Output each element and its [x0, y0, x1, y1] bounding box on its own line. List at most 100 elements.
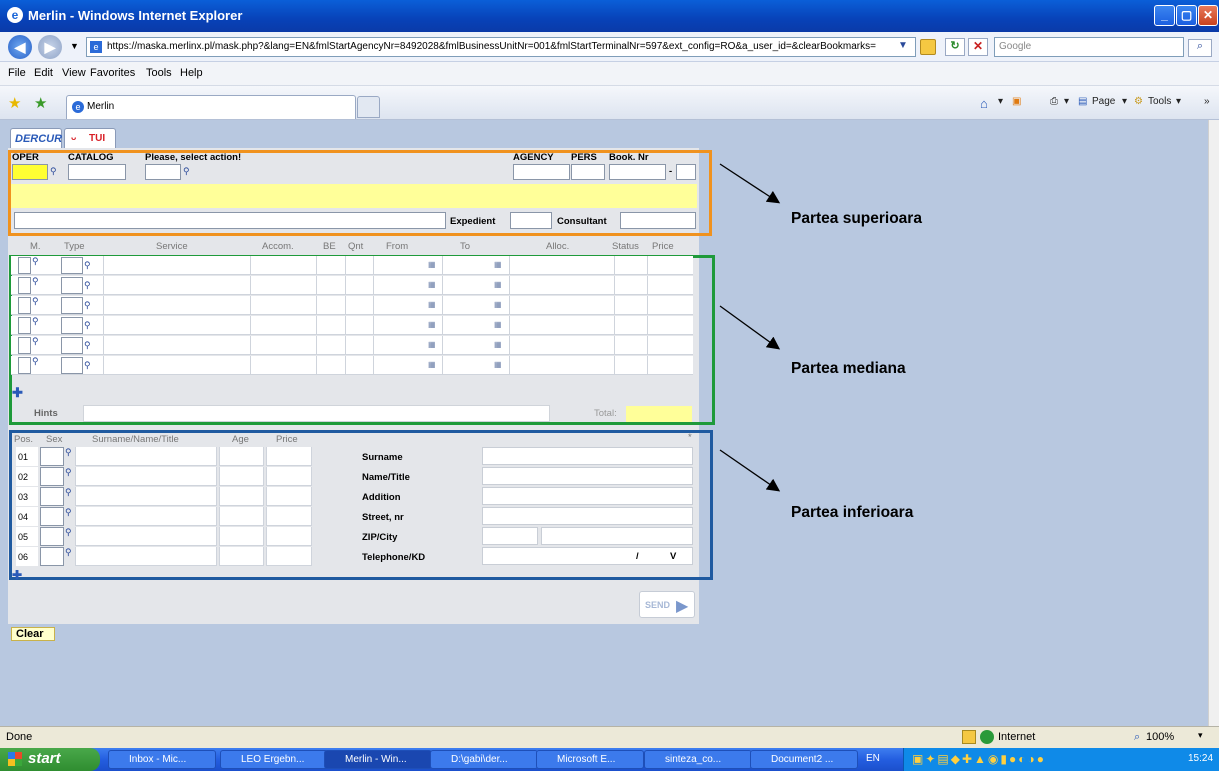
service-cell[interactable]: [442, 256, 492, 275]
service-cell[interactable]: [345, 296, 372, 315]
sex-search-icon[interactable]: ⚲: [65, 507, 72, 518]
m-search-icon[interactable]: ⚲: [32, 356, 39, 367]
service-cell[interactable]: [316, 336, 344, 355]
traveller-sex-input[interactable]: [40, 467, 64, 486]
traveller-cell[interactable]: [219, 487, 264, 506]
menu-file[interactable]: File: [8, 67, 26, 79]
service-cell[interactable]: [647, 276, 692, 295]
service-cell[interactable]: [509, 356, 612, 375]
traveller-cell[interactable]: [219, 527, 264, 546]
traveller-cell[interactable]: [219, 467, 264, 486]
m-search-icon[interactable]: ⚲: [32, 276, 39, 287]
m-search-icon[interactable]: ⚲: [32, 296, 39, 307]
print-dropdown-icon[interactable]: ▾: [1064, 96, 1069, 107]
service-cell[interactable]: [345, 316, 372, 335]
page-menu-button[interactable]: Page: [1092, 96, 1115, 107]
task-folder[interactable]: D:\gabi\der...: [430, 750, 538, 769]
add-traveller-icon[interactable]: ✚: [12, 568, 22, 582]
traveller-cell[interactable]: [266, 447, 312, 466]
service-cell[interactable]: [103, 356, 249, 375]
telephone-input[interactable]: [482, 547, 693, 565]
page-dropdown-icon[interactable]: ▾: [1122, 96, 1127, 107]
search-icon[interactable]: ⌕: [1188, 39, 1212, 57]
service-type-input[interactable]: [61, 337, 83, 354]
service-type-input[interactable]: [61, 257, 83, 274]
traveller-cell[interactable]: [219, 507, 264, 526]
type-search-icon[interactable]: ⚲: [84, 360, 91, 371]
service-cell[interactable]: [647, 356, 692, 375]
zip-input[interactable]: [482, 527, 538, 545]
sex-search-icon[interactable]: ⚲: [65, 487, 72, 498]
service-cell[interactable]: [250, 356, 315, 375]
tui-tab[interactable]: ᵕ TUI: [64, 128, 116, 148]
service-type-input[interactable]: [61, 277, 83, 294]
oper-search-icon[interactable]: ⚲: [50, 166, 57, 177]
calendar-icon[interactable]: ▦: [494, 360, 502, 369]
service-cell[interactable]: [373, 336, 426, 355]
service-cell[interactable]: [316, 276, 344, 295]
catalog-input[interactable]: [68, 164, 126, 180]
add-favorites-icon[interactable]: ★: [34, 94, 47, 112]
service-m-input[interactable]: [18, 297, 31, 314]
calendar-icon[interactable]: ▦: [494, 260, 502, 269]
lock-icon[interactable]: [920, 39, 936, 55]
calendar-icon[interactable]: ▦: [494, 300, 502, 309]
traveller-cell[interactable]: [75, 507, 217, 526]
service-m-input[interactable]: [18, 337, 31, 354]
traveller-cell[interactable]: [266, 527, 312, 546]
calendar-icon[interactable]: ▦: [428, 280, 436, 289]
calendar-icon[interactable]: ▦: [428, 360, 436, 369]
service-cell[interactable]: [373, 276, 426, 295]
add-service-icon[interactable]: ✚: [12, 385, 23, 401]
service-cell[interactable]: [442, 316, 492, 335]
service-cell[interactable]: [316, 316, 344, 335]
consultant-input[interactable]: [620, 212, 696, 229]
calendar-icon[interactable]: ▦: [428, 300, 436, 309]
tray-icons[interactable]: ▣✦▤◆✚▲◉▮●◐◑●: [912, 752, 1046, 766]
task-inbox[interactable]: Inbox - Mic...: [108, 750, 216, 769]
service-cell[interactable]: [103, 276, 249, 295]
city-input[interactable]: [541, 527, 693, 545]
service-cell[interactable]: [442, 356, 492, 375]
action-search-icon[interactable]: ⚲: [183, 166, 190, 177]
chevron-right-icon[interactable]: »: [1204, 96, 1210, 107]
refresh-icon[interactable]: ↻: [945, 38, 965, 56]
language-indicator[interactable]: EN: [866, 753, 880, 764]
service-m-input[interactable]: [18, 257, 31, 274]
forward-button[interactable]: ▶: [38, 35, 62, 59]
booknr-suffix-input[interactable]: [676, 164, 696, 180]
traveller-cell[interactable]: [266, 507, 312, 526]
service-cell[interactable]: [614, 296, 645, 315]
service-cell[interactable]: [345, 276, 372, 295]
pers-input[interactable]: [571, 164, 605, 180]
service-type-input[interactable]: [61, 297, 83, 314]
traveller-cell[interactable]: [219, 547, 264, 566]
sex-search-icon[interactable]: ⚲: [65, 527, 72, 538]
service-cell[interactable]: [509, 316, 612, 335]
service-cell[interactable]: [509, 276, 612, 295]
service-cell[interactable]: [103, 316, 249, 335]
service-m-input[interactable]: [18, 317, 31, 334]
service-cell[interactable]: [316, 356, 344, 375]
search-input[interactable]: Google: [994, 37, 1184, 57]
print-icon[interactable]: ⎙: [1050, 96, 1058, 107]
service-cell[interactable]: [614, 276, 645, 295]
traveller-cell[interactable]: [266, 547, 312, 566]
service-cell[interactable]: [509, 336, 612, 355]
task-leo[interactable]: LEO Ergebn...: [220, 750, 328, 769]
calendar-icon[interactable]: ▦: [428, 320, 436, 329]
tab-merlin[interactable]: e Merlin: [66, 95, 356, 119]
back-button[interactable]: ◀: [8, 35, 32, 59]
service-m-input[interactable]: [18, 357, 31, 374]
menu-help[interactable]: Help: [180, 67, 203, 79]
service-m-input[interactable]: [18, 277, 31, 294]
service-cell[interactable]: [345, 256, 372, 275]
dercour-tab[interactable]: DERCUR: [10, 128, 62, 148]
service-cell[interactable]: [614, 316, 645, 335]
service-type-input[interactable]: [61, 357, 83, 374]
agency-input[interactable]: [513, 164, 570, 180]
home-icon[interactable]: ⌂: [980, 96, 988, 111]
task-document2[interactable]: Document2 ...: [750, 750, 858, 769]
traveller-cell[interactable]: [219, 447, 264, 466]
service-type-input[interactable]: [61, 317, 83, 334]
